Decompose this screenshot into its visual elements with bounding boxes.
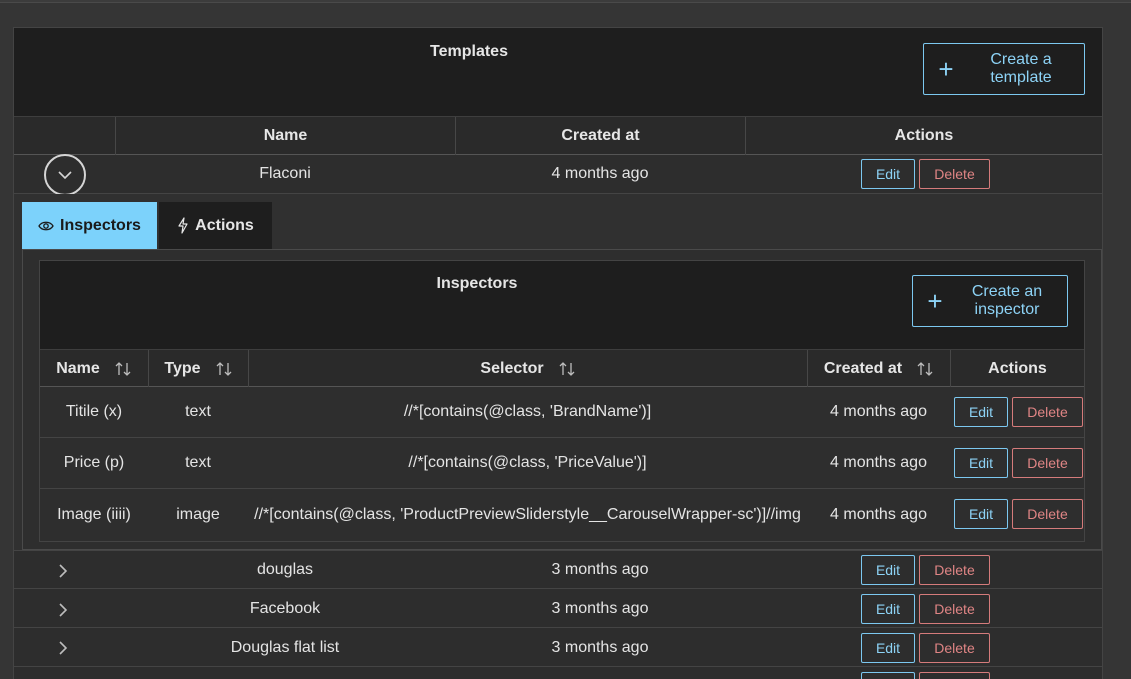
delete-button[interactable]: [919, 672, 990, 679]
inspectors-title: Inspectors: [436, 275, 518, 292]
sort-icon: [917, 361, 933, 376]
column-header-name[interactable]: Name: [40, 350, 148, 387]
delete-button[interactable]: Delete: [1012, 397, 1083, 427]
table-row: douglas 3 months ago Edit Delete: [14, 551, 1102, 589]
inspector-selector: //*[contains(@class, 'BrandName')]: [403, 403, 652, 420]
column-header-actions-label: Actions: [988, 359, 1047, 377]
create-inspector-button[interactable]: + Create an inspector: [912, 275, 1068, 327]
sort-icon: [115, 361, 131, 376]
table-row: Douglas flat list 3 months ago Edit Dele…: [14, 629, 1102, 667]
table-row: Flaconi 4 months ago Edit Delete: [14, 154, 1102, 196]
inspector-created-at: 4 months ago: [830, 505, 927, 523]
tab-actions[interactable]: Actions: [159, 202, 272, 249]
column-header-actions: Actions: [745, 117, 1102, 155]
templates-panel: Templates + Create a template Name Creat…: [13, 27, 1103, 679]
inspector-created-at: 4 months ago: [830, 403, 927, 420]
inspectors-table-header: Name Type Selector Created at Actions: [40, 349, 1084, 387]
delete-button[interactable]: Delete: [1012, 499, 1083, 529]
column-header-name[interactable]: Name: [115, 117, 455, 155]
templates-header: Templates + Create a template: [14, 28, 1102, 116]
column-header-created-at[interactable]: Created at: [807, 350, 950, 387]
create-inspector-label: Create an inspector: [971, 283, 1043, 318]
template-name: Douglas flat list: [230, 638, 340, 656]
template-name: douglas: [256, 560, 314, 578]
edit-button[interactable]: Edit: [861, 594, 915, 624]
template-created-at: 4 months ago: [551, 165, 649, 182]
chevron-right-icon[interactable]: [58, 602, 68, 618]
column-header-selector[interactable]: Selector: [248, 350, 807, 387]
collapse-toggle[interactable]: [44, 154, 86, 196]
inspector-name: Price (p): [63, 454, 125, 471]
inspector-row: Price (p) text //*[contains(@class, 'Pri…: [40, 438, 1084, 489]
inspectors-header: Inspectors + Create an inspector: [40, 261, 1084, 349]
inspector-selector: //*[contains(@class, 'PriceValue')]: [408, 454, 647, 471]
create-template-label: Create a template: [990, 51, 1052, 86]
column-header-selector-label: Selector: [480, 359, 544, 377]
tab-inspectors[interactable]: Inspectors: [22, 202, 157, 249]
create-template-button[interactable]: + Create a template: [923, 43, 1085, 95]
top-border: [0, 0, 1131, 3]
template-created-at: 3 months ago: [551, 638, 649, 656]
template-name: Facebook: [249, 599, 321, 617]
inspectors-panel: Inspectors + Create an inspector Name Ty…: [39, 260, 1085, 542]
template-created-at: 3 months ago: [551, 599, 649, 617]
column-header-created-at[interactable]: Created at: [455, 117, 745, 155]
column-header-type[interactable]: Type: [148, 350, 248, 387]
template-expanded-panel: Inspectors Actions Inspectors + Create a…: [14, 194, 1102, 551]
sort-icon: [216, 361, 232, 376]
inspector-name: Image (iiii): [57, 505, 131, 523]
inspector-type: image: [176, 505, 220, 523]
lightning-icon: [178, 217, 188, 234]
eye-icon: [38, 221, 54, 230]
inspector-type: text: [185, 454, 211, 471]
inspector-row: Titile (x) text //*[contains(@class, 'Br…: [40, 387, 1084, 438]
delete-button[interactable]: Delete: [1012, 448, 1083, 478]
tab-content: Inspectors + Create an inspector Name Ty…: [22, 249, 1102, 550]
template-name: Flaconi: [259, 165, 311, 182]
edit-button[interactable]: Edit: [861, 159, 915, 189]
templates-title: Templates: [430, 43, 508, 60]
table-row: [14, 668, 1102, 679]
template-created-at: 3 months ago: [551, 560, 649, 578]
chevron-down-icon: [58, 171, 72, 180]
expand-column-header: [14, 117, 115, 155]
plus-icon: +: [927, 286, 943, 316]
edit-button[interactable]: Edit: [954, 448, 1008, 478]
plus-icon: +: [938, 54, 954, 84]
edit-button[interactable]: Edit: [954, 397, 1008, 427]
inspector-name: Titile (x): [65, 403, 123, 420]
table-row: Facebook 3 months ago Edit Delete: [14, 590, 1102, 628]
tab-inspectors-label: Inspectors: [60, 216, 141, 234]
column-header-type-label: Type: [164, 359, 201, 377]
delete-button[interactable]: Delete: [919, 159, 990, 189]
column-header-name-label: Name: [56, 359, 100, 377]
edit-button[interactable]: Edit: [954, 499, 1008, 529]
edit-button[interactable]: Edit: [861, 633, 915, 663]
inspector-selector: //*[contains(@class, 'ProductPreviewSlid…: [254, 505, 801, 523]
sort-icon: [559, 361, 575, 376]
delete-button[interactable]: Delete: [919, 594, 990, 624]
edit-button[interactable]: Edit: [861, 555, 915, 585]
delete-button[interactable]: Delete: [919, 555, 990, 585]
column-header-actions: Actions: [950, 350, 1084, 387]
inspector-row: Image (iiii) image //*[contains(@class, …: [40, 489, 1084, 540]
inspector-created-at: 4 months ago: [830, 454, 927, 471]
chevron-right-icon[interactable]: [58, 640, 68, 656]
delete-button[interactable]: Delete: [919, 633, 990, 663]
inspector-type: text: [185, 403, 211, 420]
chevron-right-icon[interactable]: [58, 563, 68, 579]
edit-button[interactable]: [861, 672, 915, 679]
templates-table-header: Name Created at Actions: [14, 116, 1102, 155]
tab-actions-label: Actions: [195, 216, 254, 234]
column-header-created-at-label: Created at: [823, 359, 903, 377]
